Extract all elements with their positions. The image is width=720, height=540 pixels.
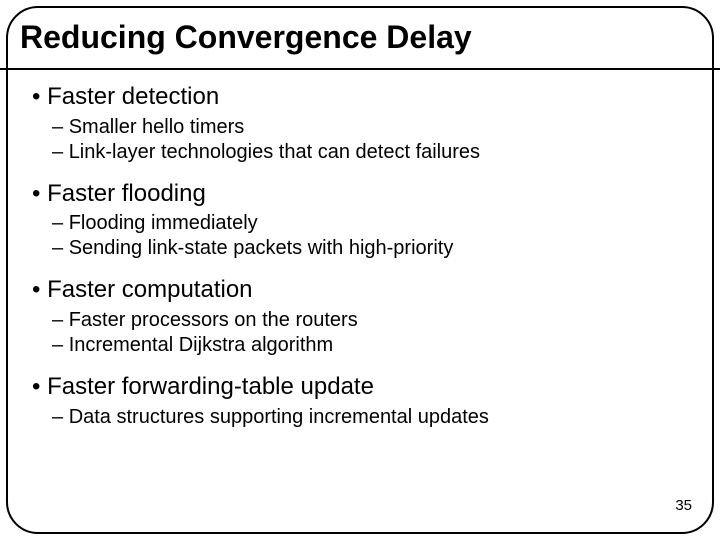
bullet-level2: Flooding immediately	[52, 211, 660, 236]
content-area: Faster detection Smaller hello timers Li…	[32, 82, 660, 520]
slide: Reducing Convergence Delay Faster detect…	[0, 0, 720, 540]
bullet-level2: Faster processors on the routers	[52, 308, 660, 333]
bullet-level2: Incremental Dijkstra algorithm	[52, 333, 660, 358]
section-faster-forwarding: Faster forwarding-table update Data stru…	[32, 372, 660, 430]
bullet-level2: Link-layer technologies that can detect …	[52, 140, 660, 165]
bullet-level1: Faster computation	[32, 275, 660, 306]
section-faster-computation: Faster computation Faster processors on …	[32, 275, 660, 358]
section-faster-detection: Faster detection Smaller hello timers Li…	[32, 82, 660, 165]
bullet-level1: Faster forwarding-table update	[32, 372, 660, 403]
bullet-level2: Data structures supporting incremental u…	[52, 405, 660, 430]
bullet-level2: Smaller hello timers	[52, 115, 660, 140]
page-number: 35	[675, 497, 692, 514]
bullet-level2: Sending link-state packets with high-pri…	[52, 236, 660, 261]
section-faster-flooding: Faster flooding Flooding immediately Sen…	[32, 179, 660, 262]
bullet-level1: Faster detection	[32, 82, 660, 113]
bullet-level1: Faster flooding	[32, 179, 660, 210]
slide-title: Reducing Convergence Delay	[20, 19, 472, 56]
title-container: Reducing Convergence Delay	[14, 10, 706, 64]
